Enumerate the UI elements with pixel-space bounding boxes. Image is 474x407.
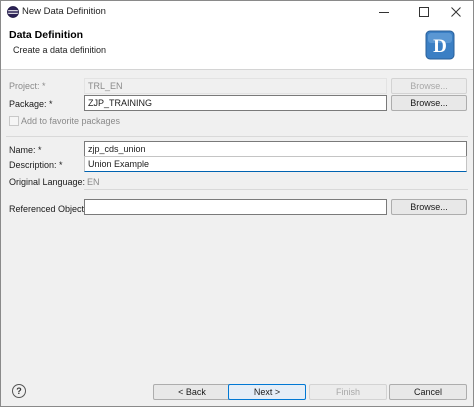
minimize-button[interactable] <box>365 1 403 23</box>
favorite-label: Add to favorite packages <box>21 116 121 126</box>
wizard-subtitle: Create a data definition <box>13 45 107 55</box>
dialog-window: New Data Definition Data Definition Crea… <box>0 0 474 407</box>
referenced-object-browse-button[interactable]: Browse... <box>391 199 467 215</box>
title-bar: New Data Definition <box>1 1 473 23</box>
description-field[interactable]: Union Example <box>84 156 467 172</box>
back-button[interactable]: < Back <box>153 384 231 400</box>
minimize-icon <box>379 12 389 13</box>
package-browse-button[interactable]: Browse... <box>391 95 467 111</box>
language-underline <box>84 189 468 190</box>
close-button[interactable] <box>437 1 474 23</box>
description-label: Description: * <box>9 160 63 170</box>
package-label: Package: * <box>9 99 53 109</box>
referenced-object-field[interactable] <box>84 199 387 215</box>
name-field[interactable]: zjp_cds_union <box>84 141 467 157</box>
close-icon <box>451 7 461 17</box>
original-language-value: EN <box>87 177 100 187</box>
name-label: Name: * <box>9 145 42 155</box>
original-language-label: Original Language: <box>9 177 86 187</box>
project-label: Project: * <box>9 81 46 91</box>
help-icon[interactable]: ? <box>12 384 26 398</box>
referenced-object-label: Referenced Object: <box>9 204 87 214</box>
wizard-header: Data Definition Create a data definition… <box>1 23 473 70</box>
wizard-title: Data Definition <box>9 29 84 41</box>
separator <box>6 136 468 137</box>
maximize-icon <box>419 7 429 17</box>
window-title: New Data Definition <box>22 6 106 17</box>
project-browse-button[interactable]: Browse... <box>391 78 467 94</box>
cancel-button[interactable]: Cancel <box>389 384 467 400</box>
next-button[interactable]: Next > <box>228 384 306 400</box>
favorite-checkbox[interactable] <box>9 116 19 126</box>
logo-letter: D <box>433 36 447 57</box>
package-field[interactable]: ZJP_TRAINING <box>84 95 387 111</box>
project-field: TRL_EN <box>84 78 387 94</box>
finish-button[interactable]: Finish <box>309 384 387 400</box>
data-definition-logo-icon: D <box>425 30 455 60</box>
eclipse-app-icon <box>7 6 19 18</box>
